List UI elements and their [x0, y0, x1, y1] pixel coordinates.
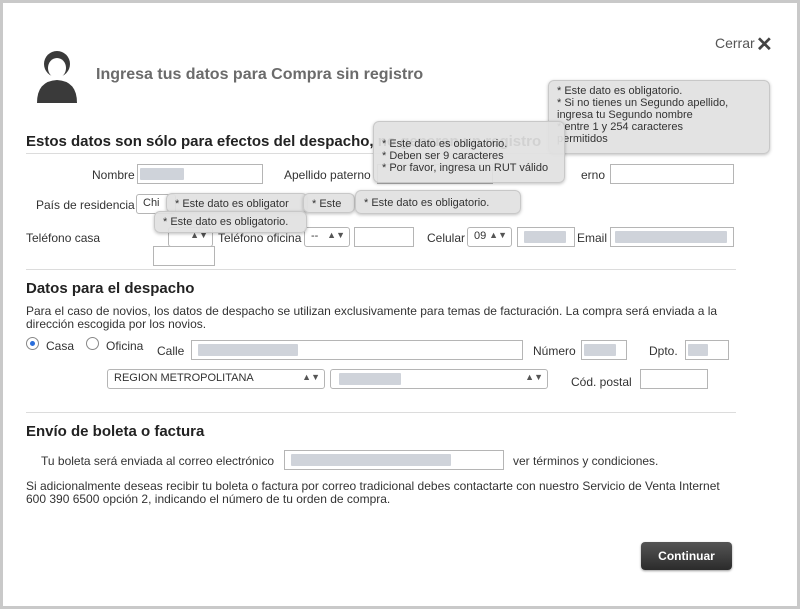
select-arrows-icon: ▲▼	[327, 230, 345, 240]
email-input[interactable]	[610, 227, 734, 247]
section-title-boleta: Envío de boleta o factura	[26, 423, 205, 440]
telefono-oficina-code-select[interactable]: -- ▲▼	[304, 227, 350, 247]
telefono-oficina-input[interactable]	[354, 227, 414, 247]
divider	[26, 412, 736, 413]
celular-code-select[interactable]: 09 ▲▼	[467, 227, 512, 247]
pais-label: País de residencia	[36, 198, 135, 212]
nombre-label: Nombre	[92, 168, 135, 182]
radio-oficina[interactable]	[86, 337, 99, 350]
dpto-input[interactable]	[685, 340, 729, 360]
celular-input[interactable]	[517, 227, 575, 247]
tooltip-celular: * Este dato es obligatorio.	[355, 190, 521, 214]
telefono-casa-input[interactable]	[153, 246, 215, 266]
section-title-despacho: Datos para el despacho	[26, 280, 195, 297]
dpto-label: Dpto.	[649, 344, 678, 358]
close-link[interactable]: Cerrar	[715, 35, 755, 51]
nombre-input[interactable]	[137, 164, 263, 184]
tooltip-pais: * Este dato es obligator	[166, 193, 308, 213]
calle-input[interactable]	[191, 340, 523, 360]
boleta-note: Si adicionalmente deseas recibir tu bole…	[26, 479, 720, 506]
despacho-description: Para el caso de novios, los datos de des…	[26, 304, 718, 331]
radio-casa[interactable]	[26, 337, 39, 350]
continue-button[interactable]: Continuar	[641, 542, 732, 570]
page-title: Ingresa tus datos para Compra sin regist…	[96, 66, 424, 83]
email-label: Email	[577, 231, 608, 245]
region-select[interactable]: REGION METROPOLITANA ▲▼	[107, 369, 325, 389]
apellido-materno-input[interactable]	[610, 164, 734, 184]
modal-dialog: Cerrar ✕ Ingresa tus datos para Compra s…	[0, 0, 800, 609]
apellido-materno-label: erno	[581, 168, 606, 182]
radio-oficina-label: Oficina	[106, 339, 144, 353]
celular-label: Celular	[427, 231, 466, 245]
user-avatar-icon	[37, 51, 77, 103]
cod-postal-input[interactable]	[640, 369, 708, 389]
close-icon[interactable]: ✕	[756, 32, 773, 57]
apellido-paterno-label: Apellido paterno	[284, 168, 371, 182]
select-arrows-icon: ▲▼	[489, 230, 507, 240]
comuna-select[interactable]: ▲▼	[330, 369, 548, 389]
tooltip-telefono: * Este dato es obligatorio.	[154, 211, 307, 233]
telefono-casa-label: Teléfono casa	[26, 231, 101, 245]
terms-link[interactable]: ver términos y condiciones.	[513, 454, 658, 468]
divider	[26, 269, 736, 270]
boleta-text: Tu boleta será enviada al correo electró…	[41, 454, 275, 468]
select-arrows-icon: ▲▼	[302, 372, 320, 382]
tooltip-oficina: * Este	[303, 193, 355, 213]
radio-casa-label: Casa	[46, 339, 75, 353]
numero-label: Número	[533, 344, 576, 358]
boleta-email-input[interactable]	[284, 450, 504, 470]
telefono-oficina-label: Teléfono oficina	[218, 231, 302, 245]
tooltip-rut: * Este dato es obligatorio. * Deben ser …	[373, 121, 565, 183]
cod-postal-label: Cód. postal	[571, 375, 632, 389]
calle-label: Calle	[157, 344, 185, 358]
tooltip-apellido-materno: * Este dato es obligatorio. * Si no tien…	[548, 80, 770, 154]
numero-input[interactable]	[581, 340, 627, 360]
select-arrows-icon: ▲▼	[525, 372, 543, 382]
